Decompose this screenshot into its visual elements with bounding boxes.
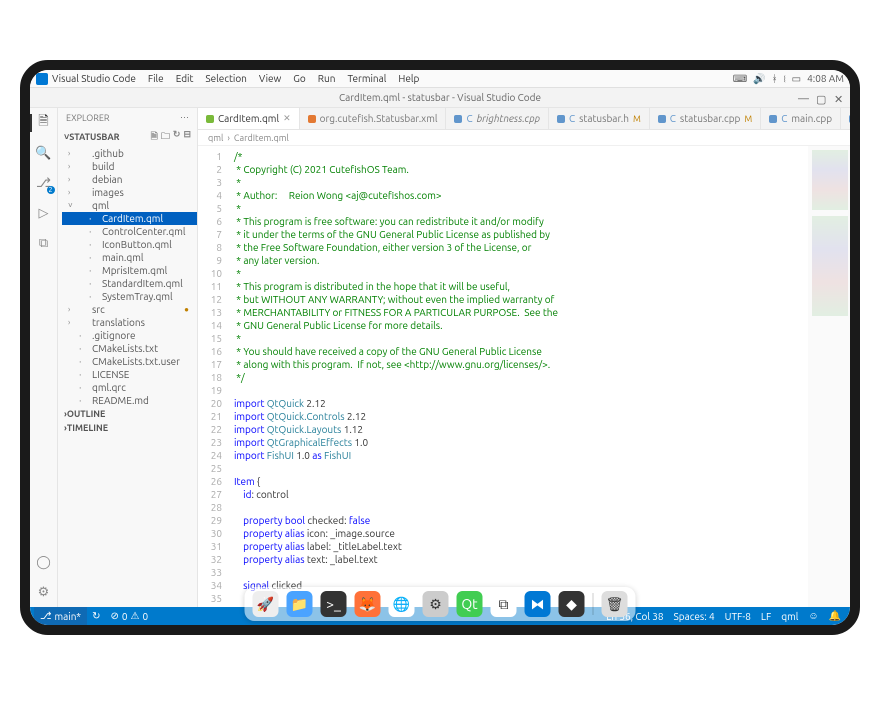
tab[interactable]: Cbattery.h: [841, 108, 850, 129]
dock-firefox[interactable]: 🦊: [355, 591, 381, 617]
errors[interactable]: ⊘ 0 ⚠ 0: [105, 610, 153, 622]
folder-item[interactable]: ›src●: [62, 303, 197, 316]
search-icon[interactable]: 🔍: [35, 144, 53, 162]
dock-vscode[interactable]: ⧓: [525, 591, 551, 617]
activity-bar: 🗎 🔍 ⎇2 ▷ ⧉ ◯ ⚙: [30, 108, 58, 607]
sidebar-explorer: EXPLORER ⋯ ˅ STATUSBAR 🗎 🗀 ↻ ⊟ ›.github›…: [58, 108, 198, 607]
workspace-name: STATUSBAR: [69, 132, 119, 142]
folder-item[interactable]: ›images: [62, 186, 197, 199]
dock-trash[interactable]: 🗑: [602, 591, 628, 617]
volume-icon[interactable]: 🔊: [753, 73, 765, 85]
outline-section[interactable]: OUTLINE: [67, 409, 106, 419]
maximize-button[interactable]: ▢: [816, 93, 826, 103]
git-branch[interactable]: ⎇ main*: [34, 607, 87, 625]
collapse-icon[interactable]: ⊟: [183, 129, 191, 145]
scm-icon[interactable]: ⎇2: [35, 174, 53, 192]
file-item[interactable]: ·SystemTray.qml: [62, 290, 197, 303]
menu-go[interactable]: Go: [293, 73, 305, 84]
dock-settings[interactable]: ⚙: [423, 591, 449, 617]
extensions-icon[interactable]: ⧉: [35, 234, 53, 252]
settings-gear-icon[interactable]: ⚙: [35, 583, 53, 601]
file-item[interactable]: ·qml.qrc: [62, 381, 197, 394]
spaces[interactable]: Spaces: 4: [669, 611, 720, 622]
minimap[interactable]: [808, 146, 850, 607]
tab[interactable]: Cstatusbar.cppM: [650, 108, 761, 129]
clock[interactable]: 4:08 AM: [807, 73, 844, 84]
eol[interactable]: LF: [756, 611, 776, 622]
tab[interactable]: org.cutefish.Statusbar.xml: [300, 108, 447, 129]
timeline-section[interactable]: TIMELINE: [67, 423, 108, 433]
dock-chrome[interactable]: 🌐: [389, 591, 415, 617]
explorer-icon[interactable]: 🗎: [35, 114, 53, 132]
file-item[interactable]: ·ControlCenter.qml: [62, 225, 197, 238]
code-editor[interactable]: 1234567891011121314151617181920212223242…: [198, 146, 850, 607]
file-item[interactable]: ·MprisItem.qml: [62, 264, 197, 277]
bell-icon[interactable]: 🔔: [824, 610, 846, 622]
bluetooth-icon[interactable]: ᚼ: [772, 73, 778, 84]
battery-icon[interactable]: ▭: [792, 73, 801, 85]
window-titlebar: CardItem.qml - statusbar - Visual Studio…: [30, 88, 850, 108]
language-mode[interactable]: qml: [776, 611, 803, 622]
more-icon[interactable]: ⋯: [180, 112, 189, 123]
dock-screenshot[interactable]: ⧉: [491, 591, 517, 617]
file-item[interactable]: ·.gitignore: [62, 329, 197, 342]
os-menubar: Visual Studio Code File Edit Selection V…: [30, 70, 850, 88]
file-item[interactable]: ·main.qml: [62, 251, 197, 264]
menu-help[interactable]: Help: [398, 73, 419, 84]
dock-terminal[interactable]: >_: [321, 591, 347, 617]
file-item[interactable]: ·README.md: [62, 394, 197, 407]
dock-launcher[interactable]: 🚀: [253, 591, 279, 617]
menu-edit[interactable]: Edit: [176, 73, 194, 84]
window-title: CardItem.qml - statusbar - Visual Studio…: [339, 92, 541, 103]
keyboard-icon[interactable]: ⌨: [733, 73, 747, 85]
new-folder-icon[interactable]: 🗀: [161, 129, 170, 145]
dock-qt[interactable]: Qt: [457, 591, 483, 617]
code-text[interactable]: /* * Copyright (C) 2021 CutefishOS Team.…: [228, 146, 808, 607]
app-name[interactable]: Visual Studio Code: [52, 73, 136, 84]
tab[interactable]: Cmain.cpp: [761, 108, 841, 129]
folder-item[interactable]: ›translations: [62, 316, 197, 329]
folder-item[interactable]: ˅qml: [62, 199, 197, 212]
menu-terminal[interactable]: Terminal: [347, 73, 386, 84]
explorer-title: EXPLORER: [66, 113, 110, 123]
encoding[interactable]: UTF-8: [720, 611, 756, 622]
tab[interactable]: Cstatusbar.hM: [549, 108, 650, 129]
menu-view[interactable]: View: [259, 73, 281, 84]
file-item[interactable]: ·IconButton.qml: [62, 238, 197, 251]
folder-item[interactable]: ›debian: [62, 173, 197, 186]
sync-icon[interactable]: ↻: [87, 610, 105, 622]
debug-icon[interactable]: ▷: [35, 204, 53, 222]
line-gutter: 1234567891011121314151617181920212223242…: [198, 146, 228, 607]
breadcrumb[interactable]: qml › CardItem.qml: [198, 130, 850, 146]
account-icon[interactable]: ◯: [35, 553, 53, 571]
dock: 🚀 📁 >_ 🦊 🌐 ⚙ Qt ⧉ ⧓ ◆ 🗑: [245, 587, 636, 621]
close-button[interactable]: ✕: [834, 93, 844, 103]
file-item[interactable]: ·LICENSE: [62, 368, 197, 381]
close-icon[interactable]: ✕: [283, 113, 291, 124]
menu-selection[interactable]: Selection: [205, 73, 246, 84]
file-item[interactable]: ·CMakeLists.txt.user: [62, 355, 197, 368]
menu-run[interactable]: Run: [318, 73, 336, 84]
tab[interactable]: CardItem.qml✕: [198, 108, 300, 129]
dock-inkscape[interactable]: ◆: [559, 591, 585, 617]
new-file-icon[interactable]: 🗎: [151, 129, 158, 145]
folder-item[interactable]: ›build: [62, 160, 197, 173]
vscode-icon: [36, 73, 48, 85]
feedback-icon[interactable]: ☺: [803, 610, 823, 622]
menu-file[interactable]: File: [148, 73, 164, 84]
editor-tabs: CardItem.qml✕org.cutefish.Statusbar.xmlC…: [198, 108, 850, 130]
minimize-button[interactable]: —: [798, 93, 808, 103]
tab[interactable]: Cbrightness.cpp: [446, 108, 548, 129]
wifi-icon[interactable]: ⧙: [784, 73, 786, 85]
file-item[interactable]: ·CMakeLists.txt: [62, 342, 197, 355]
file-item[interactable]: ·CardItem.qml: [62, 212, 197, 225]
folder-item[interactable]: ›.github: [62, 147, 197, 160]
refresh-icon[interactable]: ↻: [173, 129, 181, 145]
file-item[interactable]: ·StandardItem.qml: [62, 277, 197, 290]
dock-files[interactable]: 📁: [287, 591, 313, 617]
